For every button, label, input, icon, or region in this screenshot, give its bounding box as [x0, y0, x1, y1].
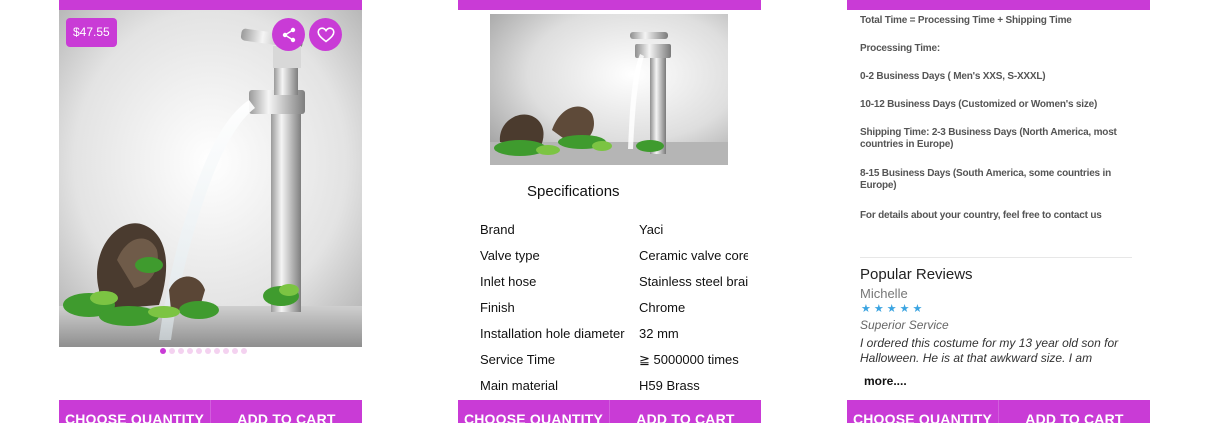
spec-key: Finish: [480, 300, 515, 315]
carousel-dot[interactable]: [232, 348, 238, 354]
favorite-button[interactable]: [309, 18, 342, 51]
carousel-dot[interactable]: [178, 348, 184, 354]
spec-value: 32 mm: [639, 326, 679, 341]
spec-value: ≧ 5000000 times: [639, 352, 739, 367]
carousel-dot[interactable]: [196, 348, 202, 354]
spec-value: Chrome: [639, 300, 686, 315]
add-to-cart-button[interactable]: ADD TO CART: [610, 400, 761, 423]
carousel-dot[interactable]: [214, 348, 220, 354]
carousel-indicator: [160, 348, 247, 354]
review-more-link[interactable]: more....: [864, 374, 907, 388]
spec-value: Yaci: [639, 222, 664, 237]
shipping-line: 0-2 Business Days ( Men's XXS, S-XXXL): [860, 71, 1046, 82]
add-to-cart-button[interactable]: ADD TO CART: [999, 400, 1150, 423]
app-bar: [847, 0, 1150, 10]
product-image: [59, 10, 362, 347]
specifications-table: Brand Yaci Valve type Ceramic valve core…: [480, 222, 761, 404]
shipping-line: Processing Time:: [860, 43, 940, 54]
spec-row: Valve type Ceramic valve core: [480, 248, 761, 274]
review-subject: Superior Service: [860, 318, 949, 332]
choose-quantity-button[interactable]: CHOOSE QUANTITY: [458, 400, 610, 423]
spec-key: Service Time: [480, 352, 556, 367]
app-bar: [458, 0, 761, 10]
price-badge: $47.55: [66, 18, 117, 47]
choose-quantity-button[interactable]: CHOOSE QUANTITY: [59, 400, 211, 423]
share-icon: [282, 27, 295, 42]
divider: [860, 257, 1132, 258]
spec-key: Main material: [480, 378, 559, 393]
spec-row: Inlet hose Stainless steel braided hose: [480, 274, 761, 300]
spec-value: Stainless steel braided hose: [639, 274, 748, 289]
review-body: I ordered this costume for my 13 year ol…: [860, 336, 1119, 365]
spec-key: Valve type: [480, 248, 540, 263]
carousel-dot[interactable]: [169, 348, 175, 354]
spec-row: Brand Yaci: [480, 222, 761, 248]
spec-row: Service Time ≧ 5000000 times: [480, 352, 761, 378]
shipping-line: 10-12 Business Days (Customized or Women…: [860, 99, 1098, 110]
action-bar: CHOOSE QUANTITY ADD TO CART: [59, 400, 362, 423]
specifications-screen: Specifications Brand Yaci Valve type Cer…: [458, 0, 761, 423]
choose-quantity-button[interactable]: CHOOSE QUANTITY: [847, 400, 999, 423]
carousel-dot[interactable]: [241, 348, 247, 354]
product-gallery-screen: $47.55 CHOOSE QUANTITY ADD TO CART: [59, 0, 362, 423]
spec-row: Installation hole diameter 32 mm: [480, 326, 761, 352]
spec-value: H59 Brass: [639, 378, 700, 393]
spec-row: Finish Chrome: [480, 300, 761, 326]
shipping-line: Total Time = Processing Time + Shipping …: [860, 15, 1072, 26]
add-to-cart-button[interactable]: ADD TO CART: [211, 400, 362, 423]
spec-key: Installation hole diameter: [480, 326, 625, 341]
action-bar: CHOOSE QUANTITY ADD TO CART: [458, 400, 761, 423]
carousel-dot[interactable]: [223, 348, 229, 354]
app-bar: [59, 0, 362, 10]
popular-reviews-heading: Popular Reviews: [860, 266, 973, 283]
spec-key: Brand: [480, 222, 515, 237]
carousel-dot[interactable]: [160, 348, 166, 354]
spec-value: Ceramic valve core: [639, 248, 748, 263]
review-rating-stars: ★★★★★: [861, 303, 926, 315]
shipping-line: For details about your country, feel fre…: [860, 210, 1102, 221]
spec-key: Inlet hose: [480, 274, 537, 289]
shipping-line: Shipping Time: 2-3 Business Days (North …: [860, 127, 1117, 150]
action-bar: CHOOSE QUANTITY ADD TO CART: [847, 400, 1150, 423]
heart-icon: [316, 26, 335, 43]
product-image: [490, 14, 728, 165]
shipping-reviews-screen: Total Time = Processing Time + Shipping …: [847, 0, 1150, 423]
review-author: Michelle: [860, 286, 908, 301]
product-image-carousel[interactable]: [59, 10, 362, 347]
carousel-dot[interactable]: [205, 348, 211, 354]
specifications-heading: Specifications: [527, 183, 620, 200]
product-thumbnail[interactable]: [490, 14, 728, 165]
shipping-line: 8-15 Business Days (South America, some …: [860, 168, 1111, 191]
carousel-dot[interactable]: [187, 348, 193, 354]
share-button[interactable]: [272, 18, 305, 51]
